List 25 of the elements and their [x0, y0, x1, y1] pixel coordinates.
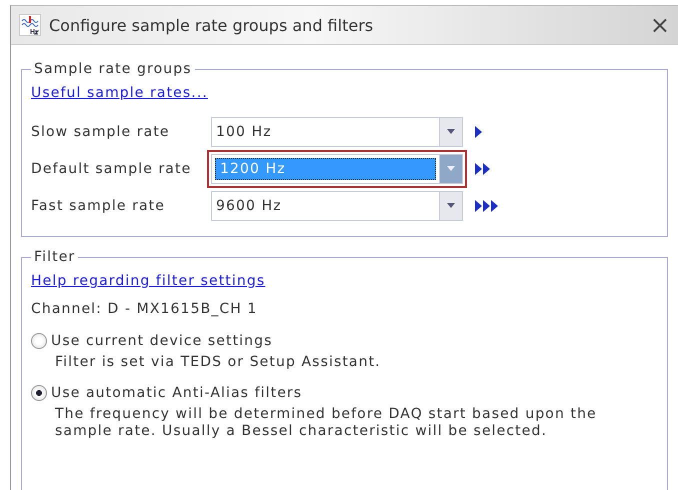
- radio-option[interactable]: Use automatic Anti-Alias filters: [31, 384, 657, 401]
- rate-label: Default sample rate: [31, 160, 192, 176]
- option-description: Filter is set via TEDS or Setup Assistant.: [55, 354, 382, 371]
- play-arrows-icon: [475, 126, 483, 138]
- radio-icon[interactable]: [31, 384, 47, 401]
- close-button[interactable]: ×: [650, 13, 670, 37]
- rate-label: Fast sample rate: [31, 198, 166, 214]
- play-arrows-icon: [475, 162, 491, 174]
- caret-icon: [447, 129, 455, 134]
- channel-label: Channel: D - MX1615B_CH 1: [31, 301, 258, 317]
- filter-help-link[interactable]: Help regarding filter settings: [31, 273, 266, 289]
- option-description: The frequency will be determined before DAQ start based upon the sample rate. Usually a Bessel characteristic will be selected.: [55, 406, 598, 440]
- caret-icon: [447, 203, 455, 208]
- sample-rates-link[interactable]: Useful sample rates...: [31, 85, 208, 101]
- play-arrows-icon: [475, 200, 499, 212]
- window-title: Configure sample rate groups and filters: [49, 16, 374, 34]
- radio-icon[interactable]: [31, 333, 47, 349]
- filter-legend: Filter: [31, 249, 78, 265]
- group-legend: Sample rate groups: [31, 61, 195, 77]
- rate-dropdown[interactable]: 9600 Hz: [211, 190, 463, 220]
- frequency-icon: [19, 14, 41, 36]
- rate-label: Slow sample rate: [31, 124, 171, 140]
- caret-icon: [447, 166, 455, 171]
- rate-dropdown[interactable]: 100 Hz: [211, 116, 463, 146]
- radio-option[interactable]: Use current device settings: [31, 333, 657, 349]
